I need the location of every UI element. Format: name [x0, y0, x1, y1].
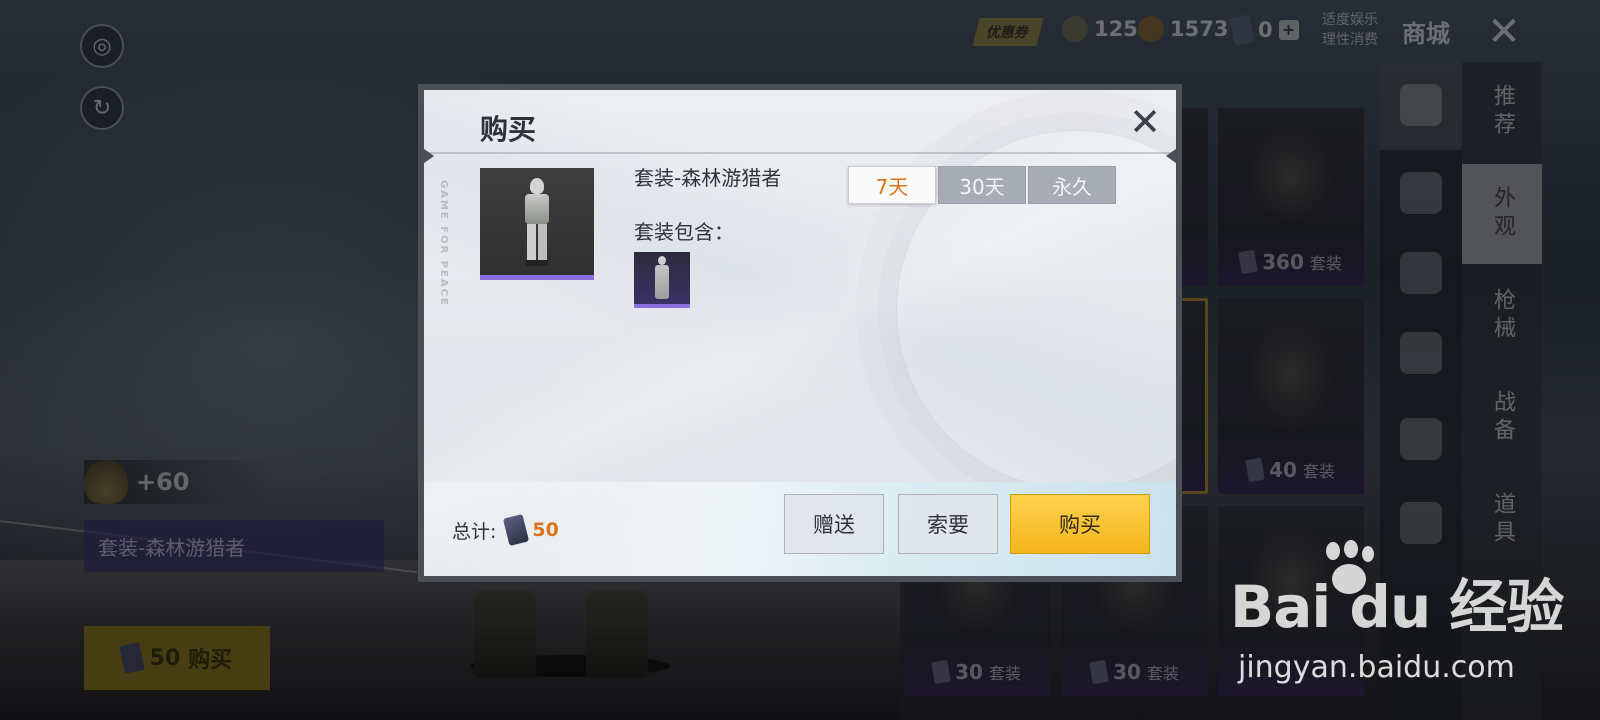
dialog-close-button[interactable]: ✕ [1124, 102, 1166, 144]
dialog-footer: 总计: 50 赠送 索要 购买 [424, 482, 1176, 576]
total-amount: 50 [532, 519, 559, 541]
purchase-dialog-body: GAME FOR PEACE 购买 ✕ 套装-森林游猎者 7天 30天 永久 套… [424, 90, 1176, 576]
mini-figure [654, 256, 670, 300]
title-divider [424, 152, 1176, 154]
included-item-thumbnail[interactable] [634, 252, 690, 308]
divider-notch-left [424, 146, 434, 166]
divider-notch-right [1166, 146, 1176, 166]
rarity-bar [480, 275, 594, 280]
duration-7-days[interactable]: 7天 [848, 166, 936, 204]
buy-button[interactable]: 购买 [1010, 494, 1150, 554]
baidu-jingyan-logo: Bai du 经验 [1230, 573, 1564, 641]
includes-label: 套装包含： [634, 220, 734, 244]
duration-permanent[interactable]: 永久 [1028, 166, 1116, 204]
total-price: 总计: 50 [452, 513, 559, 547]
card-currency-icon [503, 513, 530, 547]
duration-30-days[interactable]: 30天 [938, 166, 1026, 204]
item-name: 套装-森林游猎者 [634, 166, 782, 190]
total-label: 总计: [452, 520, 497, 543]
duration-selector: 7天 30天 永久 [848, 166, 1118, 204]
request-button[interactable]: 索要 [898, 494, 998, 554]
watermark-url: jingyan.baidu.com [1238, 650, 1515, 685]
item-preview-image [480, 168, 594, 280]
purchase-dialog: GAME FOR PEACE 购买 ✕ 套装-森林游猎者 7天 30天 永久 套… [418, 84, 1182, 582]
gift-button[interactable]: 赠送 [784, 494, 884, 554]
soldier-figure [522, 178, 552, 266]
rarity-bar [634, 304, 690, 308]
dialog-title: 购买 [480, 113, 537, 146]
side-watermark-text: GAME FOR PEACE [438, 180, 449, 307]
